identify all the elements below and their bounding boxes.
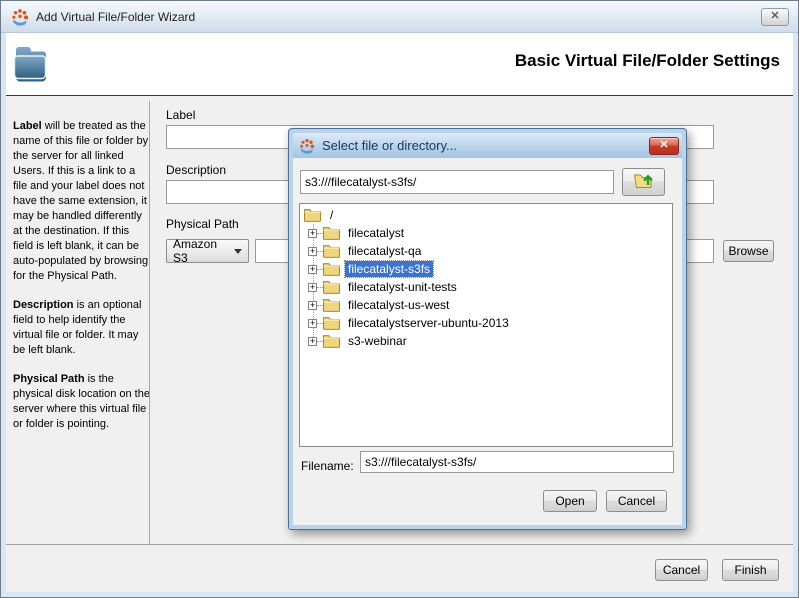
path-input[interactable] [300, 170, 614, 194]
file-chooser-dialog: Select file or directory... ✕ s3:///file… [288, 128, 687, 530]
expand-plus-icon[interactable]: + [308, 282, 317, 292]
tree-root-item[interactable]: / [300, 206, 672, 224]
sidebar-divider [149, 101, 150, 544]
page-title: Basic Virtual File/Folder Settings [514, 51, 780, 70]
folder-icon [323, 280, 340, 294]
dialog-title: Select file or directory... [322, 138, 457, 153]
up-directory-button[interactable] [622, 168, 665, 196]
file-chooser-titlebar: Select file or directory... ✕ [293, 133, 682, 158]
tree-item[interactable]: + filecatalyst-qa [300, 242, 672, 260]
expand-plus-icon[interactable]: + [308, 300, 317, 310]
physical-path-field-label: Physical Path [166, 217, 239, 231]
footer-divider [6, 544, 793, 545]
expand-plus-icon[interactable]: + [308, 318, 317, 328]
tree-item-label: s3-webinar [348, 334, 407, 348]
folder-icon [323, 316, 340, 330]
description-field-label: Description [166, 163, 227, 177]
dialog-cancel-button[interactable]: Cancel [606, 490, 667, 512]
tree-item-label: filecatalystserver-ubuntu-2013 [348, 316, 509, 330]
tree-item[interactable]: + filecatalyst-s3fs [300, 260, 672, 278]
tree-item[interactable]: + filecatalyst-unit-tests [300, 278, 672, 296]
expand-plus-icon[interactable]: + [308, 246, 317, 256]
folder-up-icon [633, 171, 655, 194]
wizard-cancel-button[interactable]: Cancel [655, 559, 708, 581]
blue-folder-icon [13, 39, 49, 90]
tree-item[interactable]: + filecatalystserver-ubuntu-2013 [300, 314, 672, 332]
folder-icon [323, 334, 340, 348]
filename-label: Filename: [301, 459, 354, 473]
filename-input[interactable] [360, 451, 674, 473]
expand-plus-icon[interactable]: + [308, 228, 317, 238]
help-paragraph-label: Label will be treated as the name of thi… [13, 120, 149, 282]
label-field-label: Label [166, 108, 196, 122]
browse-button[interactable]: Browse [723, 240, 774, 262]
tree-item[interactable]: + filecatalyst [300, 224, 672, 242]
tree-children: + filecatalyst + filecatalyst-qa + filec… [300, 224, 672, 350]
file-chooser-body: / + filecatalyst + filecatalyst-qa + [293, 158, 682, 525]
window-close-button[interactable]: ✕ [761, 7, 789, 26]
wizard-header: Basic Virtual File/Folder Settings [6, 33, 793, 96]
chevron-down-icon [234, 248, 242, 254]
folder-icon [323, 262, 340, 276]
tree-item[interactable]: + filecatalyst-us-west [300, 296, 672, 314]
folder-icon [323, 244, 340, 258]
tree-item-label: filecatalyst-s3fs [343, 260, 435, 278]
wizard-window: Add Virtual File/Folder Wizard ✕ Basic V… [0, 0, 799, 598]
tree-item-label: filecatalyst [348, 226, 405, 240]
expand-plus-icon[interactable]: + [308, 264, 317, 274]
tree-item-label: filecatalyst-unit-tests [348, 280, 457, 294]
directory-tree[interactable]: / + filecatalyst + filecatalyst-qa + fil… [299, 203, 673, 447]
dialog-close-button[interactable]: ✕ [649, 136, 679, 155]
tree-item[interactable]: + s3-webinar [300, 332, 672, 350]
help-text-panel: Label will be treated as the name of thi… [13, 119, 151, 446]
tree-item-label: filecatalyst-us-west [348, 298, 450, 312]
storage-type-dropdown[interactable]: Amazon S3 [166, 237, 249, 265]
folder-icon [304, 208, 321, 222]
filecatalyst-logo-icon [299, 138, 315, 154]
help-paragraph-description: Description is an optional field to help… [13, 299, 142, 356]
storage-type-selected-value: Amazon S3 [173, 237, 218, 265]
tree-item-label: filecatalyst-qa [348, 244, 422, 258]
wizard-titlebar: Add Virtual File/Folder Wizard ✕ [1, 1, 798, 33]
filecatalyst-logo-icon [11, 8, 29, 26]
window-title: Add Virtual File/Folder Wizard [36, 9, 196, 24]
open-button[interactable]: Open [543, 490, 597, 512]
expand-plus-icon[interactable]: + [308, 336, 317, 346]
tree-root-label: / [330, 208, 334, 222]
help-paragraph-physical-path: Physical Path is the physical disk locat… [13, 373, 150, 430]
folder-icon [323, 226, 340, 240]
folder-icon [323, 298, 340, 312]
wizard-finish-button[interactable]: Finish [722, 559, 779, 581]
